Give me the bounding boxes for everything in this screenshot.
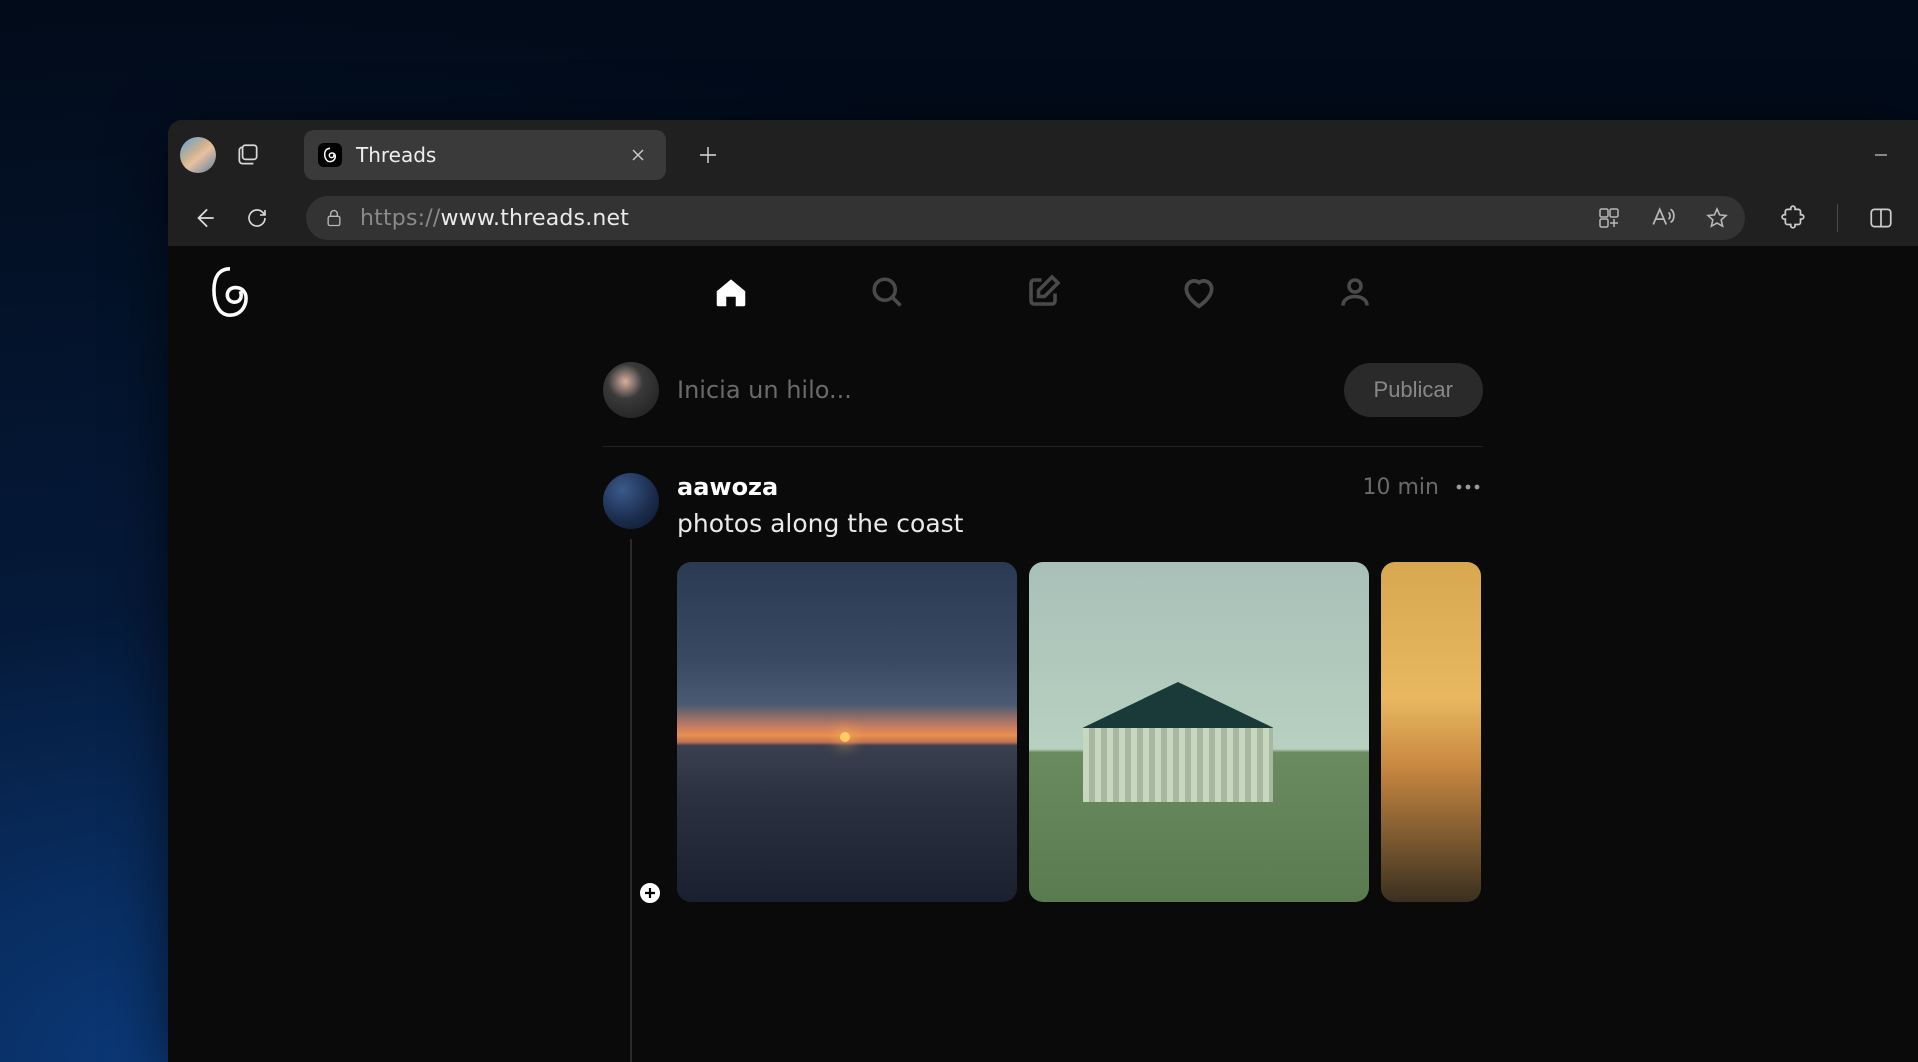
address-bar-row: https://www.threads.net: [168, 190, 1918, 246]
lock-icon[interactable]: [324, 208, 344, 228]
post-more-icon[interactable]: [1453, 479, 1483, 495]
post: aawoza 10 min photos along the coast: [603, 447, 1483, 902]
page-content: Inicia un hilo... Publicar aawoza 10 min: [168, 246, 1918, 1062]
browser-tab[interactable]: Threads: [304, 130, 666, 180]
tab-close-button[interactable]: [624, 141, 652, 169]
photo-sunset[interactable]: [677, 562, 1017, 902]
url-text: https://www.threads.net: [360, 206, 629, 231]
post-body: aawoza 10 min photos along the coast: [677, 473, 1483, 902]
compose-avatar[interactable]: [603, 362, 659, 418]
nav-activity[interactable]: [1175, 268, 1223, 316]
address-bar[interactable]: https://www.threads.net: [306, 196, 1745, 240]
extensions-icon[interactable]: [1771, 195, 1817, 241]
browser-window: Threads https://www.threads.net: [168, 120, 1918, 1062]
post-avatar[interactable]: [603, 473, 659, 529]
post-time: 10 min: [1363, 475, 1439, 500]
nav-home[interactable]: [707, 268, 755, 316]
new-tab-button[interactable]: [688, 135, 728, 175]
threads-header: [168, 246, 1918, 338]
nav-search[interactable]: [863, 268, 911, 316]
window-controls: [1852, 132, 1910, 178]
photo-sky[interactable]: [1381, 562, 1481, 902]
read-aloud-icon[interactable]: [1647, 202, 1679, 234]
post-text: photos along the coast: [677, 509, 1483, 538]
feed: Inicia un hilo... Publicar aawoza 10 min: [603, 338, 1483, 902]
post-gallery[interactable]: [677, 562, 1483, 902]
follow-badge-icon[interactable]: [637, 880, 663, 906]
split-screen-icon[interactable]: [1858, 195, 1904, 241]
refresh-button[interactable]: [234, 195, 280, 241]
profile-avatar[interactable]: [180, 137, 216, 173]
threads-logo-icon[interactable]: [208, 267, 252, 317]
toolbar-divider: [1837, 204, 1838, 232]
post-avatar-wrap: [603, 473, 659, 902]
threads-nav: [168, 268, 1918, 316]
compose-row[interactable]: Inicia un hilo... Publicar: [603, 350, 1483, 447]
publish-button[interactable]: Publicar: [1344, 363, 1483, 417]
thread-line: [630, 539, 632, 1062]
minimize-button[interactable]: [1852, 132, 1910, 178]
post-username[interactable]: aawoza: [677, 473, 778, 501]
toolbar-right: [1771, 195, 1904, 241]
nav-compose[interactable]: [1019, 268, 1067, 316]
titlebar: Threads: [168, 120, 1918, 190]
post-header: aawoza 10 min: [677, 473, 1483, 501]
tab-title: Threads: [356, 143, 610, 167]
nav-profile[interactable]: [1331, 268, 1379, 316]
back-button[interactable]: [182, 195, 228, 241]
compose-placeholder[interactable]: Inicia un hilo...: [677, 376, 1326, 404]
apps-icon[interactable]: [1593, 202, 1625, 234]
threads-favicon-icon: [318, 143, 342, 167]
photo-house[interactable]: [1029, 562, 1369, 902]
favorite-icon[interactable]: [1701, 202, 1733, 234]
workspaces-icon[interactable]: [228, 135, 268, 175]
